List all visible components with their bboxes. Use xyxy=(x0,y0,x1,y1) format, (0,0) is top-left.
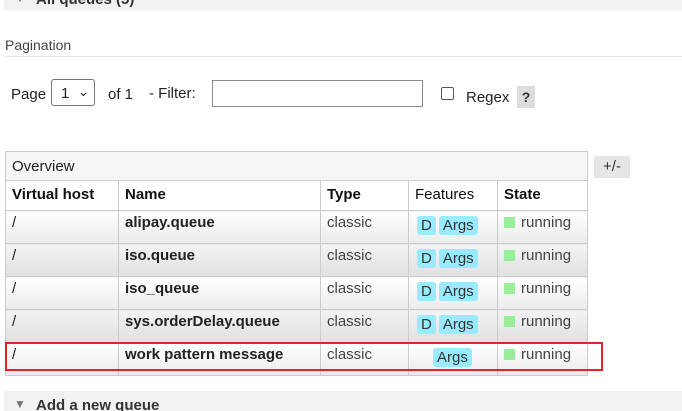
filter-input[interactable] xyxy=(212,80,423,107)
feature-badge[interactable]: Args xyxy=(438,216,478,235)
add-queue-section-header[interactable]: ▼ Add a new queue xyxy=(4,391,682,411)
state-label: running xyxy=(521,214,572,231)
chevron-down-icon: ⌄ xyxy=(78,84,89,99)
column-header-type[interactable]: Type xyxy=(320,180,409,211)
overview-label: Overview xyxy=(5,151,588,181)
table-row: / iso_queue classic D Args running xyxy=(5,276,588,310)
row-highlight-box xyxy=(5,342,603,371)
feature-badge[interactable]: D xyxy=(417,315,436,334)
queue-name-link[interactable]: alipay.queue xyxy=(118,210,321,244)
table-row: / sys.orderDelay.queue classic D Args running xyxy=(5,309,588,343)
state-cell: running xyxy=(497,276,588,310)
running-status-icon xyxy=(504,217,515,228)
state-label: running xyxy=(521,313,572,330)
queue-name-link[interactable]: iso_queue xyxy=(118,276,321,310)
feature-badge[interactable]: D xyxy=(417,249,436,268)
page-select-value: 1 xyxy=(61,85,70,102)
queue-name-link[interactable]: sys.orderDelay.queue xyxy=(118,309,321,343)
column-toggle-button[interactable]: +/- xyxy=(594,156,630,178)
feature-badge[interactable]: Args xyxy=(438,282,478,301)
table-row: / iso.queue classic D Args running xyxy=(5,243,588,277)
running-status-icon xyxy=(504,283,515,294)
state-label: running xyxy=(521,247,572,264)
queue-name-link[interactable]: iso.queue xyxy=(118,243,321,277)
features-cell: D Args xyxy=(408,276,498,310)
collapse-arrow-icon: ▼ xyxy=(14,397,26,411)
feature-badge[interactable]: Args xyxy=(438,249,478,268)
vhost-cell: / xyxy=(5,276,119,310)
feature-badge[interactable]: D xyxy=(417,216,436,235)
feature-badge[interactable]: D xyxy=(417,282,436,301)
type-cell: classic xyxy=(320,243,409,277)
filter-label: - Filter: xyxy=(149,85,196,102)
overview-row: Overview xyxy=(5,151,588,181)
add-queue-title: Add a new queue xyxy=(36,397,160,411)
pagination-heading: Pagination xyxy=(5,37,72,53)
state-cell: running xyxy=(497,243,588,277)
page-count-label: of 1 xyxy=(108,86,134,103)
features-cell: D Args xyxy=(408,309,498,343)
pagination-divider xyxy=(5,56,682,57)
running-status-icon xyxy=(504,250,515,261)
table-header-row: Virtual host Name Type Features State xyxy=(5,180,588,211)
type-cell: classic xyxy=(320,276,409,310)
column-header-virtual-host[interactable]: Virtual host xyxy=(5,180,119,211)
state-label: running xyxy=(521,280,572,297)
running-status-icon xyxy=(504,316,515,327)
regex-checkbox[interactable] xyxy=(441,87,454,100)
state-cell: running xyxy=(497,309,588,343)
all-queues-section-header[interactable]: ▼ All queues (5) xyxy=(4,0,682,11)
column-header-state[interactable]: State xyxy=(497,180,588,211)
type-cell: classic xyxy=(320,309,409,343)
feature-badge[interactable]: Args xyxy=(438,315,478,334)
vhost-cell: / xyxy=(5,243,119,277)
features-cell: D Args xyxy=(408,243,498,277)
column-header-name[interactable]: Name xyxy=(118,180,321,211)
page-label: Page xyxy=(11,86,47,103)
features-cell: D Args xyxy=(408,210,498,244)
type-cell: classic xyxy=(320,210,409,244)
regex-label: Regex xyxy=(466,89,510,106)
collapse-arrow-icon: ▼ xyxy=(14,0,26,5)
column-header-features[interactable]: Features xyxy=(408,180,498,211)
page-select[interactable]: 1 ⌄ xyxy=(51,79,95,106)
table-row: / alipay.queue classic D Args running xyxy=(5,210,588,244)
regex-help-button[interactable]: ? xyxy=(517,86,535,108)
vhost-cell: / xyxy=(5,309,119,343)
vhost-cell: / xyxy=(5,210,119,244)
state-cell: running xyxy=(497,210,588,244)
all-queues-title: All queues (5) xyxy=(36,0,134,8)
